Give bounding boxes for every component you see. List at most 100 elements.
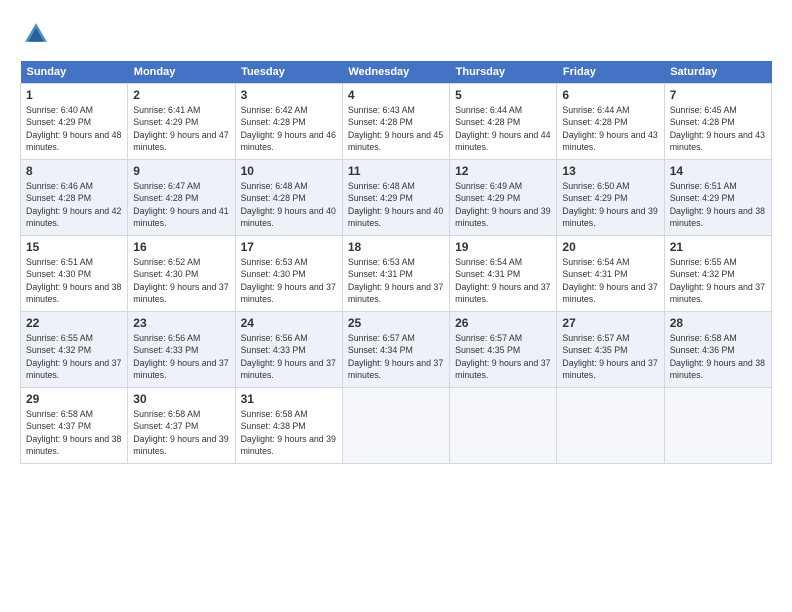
calendar-day-empty xyxy=(557,388,664,464)
calendar-day-4: 4 Sunrise: 6:43 AM Sunset: 4:28 PM Daylig… xyxy=(342,84,449,160)
day-number: 20 xyxy=(562,240,658,254)
day-number: 5 xyxy=(455,88,551,102)
day-number: 30 xyxy=(133,392,229,406)
calendar-table: SundayMondayTuesdayWednesdayThursdayFrid… xyxy=(20,61,772,464)
day-number: 14 xyxy=(670,164,766,178)
day-info: Sunrise: 6:44 AM Sunset: 4:28 PM Dayligh… xyxy=(455,104,551,153)
calendar-day-8: 8 Sunrise: 6:46 AM Sunset: 4:28 PM Daylig… xyxy=(21,160,128,236)
calendar-day-26: 26 Sunrise: 6:57 AM Sunset: 4:35 PM Dayli… xyxy=(450,312,557,388)
calendar-day-2: 2 Sunrise: 6:41 AM Sunset: 4:29 PM Daylig… xyxy=(128,84,235,160)
weekday-header-sunday: Sunday xyxy=(21,61,128,84)
calendar-day-5: 5 Sunrise: 6:44 AM Sunset: 4:28 PM Daylig… xyxy=(450,84,557,160)
day-number: 12 xyxy=(455,164,551,178)
calendar-week-1: 1Sunrise: 6:40 AM Sunset: 4:29 PM Daylig… xyxy=(21,84,772,160)
calendar-day-19: 19Sunrise: 6:54 AM Sunset: 4:31 PM Dayli… xyxy=(450,236,557,312)
calendar-week-2: 8 Sunrise: 6:46 AM Sunset: 4:28 PM Daylig… xyxy=(21,160,772,236)
day-info: Sunrise: 6:55 AM Sunset: 4:32 PM Dayligh… xyxy=(26,332,122,381)
day-info: Sunrise: 6:58 AM Sunset: 4:36 PM Dayligh… xyxy=(670,332,766,381)
day-number: 4 xyxy=(348,88,444,102)
calendar-day-16: 16Sunrise: 6:52 AM Sunset: 4:30 PM Dayli… xyxy=(128,236,235,312)
day-number: 24 xyxy=(241,316,337,330)
day-info: Sunrise: 6:56 AM Sunset: 4:33 PM Dayligh… xyxy=(133,332,229,381)
calendar-day-11: 11Sunrise: 6:48 AM Sunset: 4:29 PM Dayli… xyxy=(342,160,449,236)
calendar-week-4: 22 Sunrise: 6:55 AM Sunset: 4:32 PM Dayli… xyxy=(21,312,772,388)
calendar-week-5: 29 Sunrise: 6:58 AM Sunset: 4:37 PM Dayli… xyxy=(21,388,772,464)
day-number: 27 xyxy=(562,316,658,330)
calendar-day-3: 3 Sunrise: 6:42 AM Sunset: 4:28 PM Daylig… xyxy=(235,84,342,160)
calendar-day-14: 14 Sunrise: 6:51 AM Sunset: 4:29 PM Dayli… xyxy=(664,160,771,236)
calendar-day-30: 30 Sunrise: 6:58 AM Sunset: 4:37 PM Dayli… xyxy=(128,388,235,464)
calendar-day-7: 7 Sunrise: 6:45 AM Sunset: 4:28 PM Daylig… xyxy=(664,84,771,160)
weekday-header-saturday: Saturday xyxy=(664,61,771,84)
calendar-day-15: 15 Sunrise: 6:51 AM Sunset: 4:30 PM Dayli… xyxy=(21,236,128,312)
day-number: 29 xyxy=(26,392,122,406)
day-info: Sunrise: 6:47 AM Sunset: 4:28 PM Dayligh… xyxy=(133,180,229,229)
calendar-day-22: 22 Sunrise: 6:55 AM Sunset: 4:32 PM Dayli… xyxy=(21,312,128,388)
calendar-week-3: 15 Sunrise: 6:51 AM Sunset: 4:30 PM Dayli… xyxy=(21,236,772,312)
day-number: 2 xyxy=(133,88,229,102)
calendar-day-6: 6 Sunrise: 6:44 AM Sunset: 4:28 PM Daylig… xyxy=(557,84,664,160)
calendar-day-21: 21 Sunrise: 6:55 AM Sunset: 4:32 PM Dayli… xyxy=(664,236,771,312)
weekday-header-row: SundayMondayTuesdayWednesdayThursdayFrid… xyxy=(21,61,772,84)
day-info: Sunrise: 6:54 AM Sunset: 4:31 PM Dayligh… xyxy=(455,256,551,305)
day-number: 15 xyxy=(26,240,122,254)
day-info: Sunrise: 6:57 AM Sunset: 4:35 PM Dayligh… xyxy=(455,332,551,381)
calendar-day-24: 24 Sunrise: 6:56 AM Sunset: 4:33 PM Dayli… xyxy=(235,312,342,388)
calendar-day-28: 28 Sunrise: 6:58 AM Sunset: 4:36 PM Dayli… xyxy=(664,312,771,388)
day-number: 18 xyxy=(348,240,444,254)
day-info: Sunrise: 6:58 AM Sunset: 4:38 PM Dayligh… xyxy=(241,408,337,457)
day-number: 17 xyxy=(241,240,337,254)
day-info: Sunrise: 6:41 AM Sunset: 4:29 PM Dayligh… xyxy=(133,104,229,153)
day-number: 21 xyxy=(670,240,766,254)
day-number: 3 xyxy=(241,88,337,102)
calendar-day-23: 23 Sunrise: 6:56 AM Sunset: 4:33 PM Dayli… xyxy=(128,312,235,388)
day-info: Sunrise: 6:58 AM Sunset: 4:37 PM Dayligh… xyxy=(133,408,229,457)
calendar-day-empty xyxy=(342,388,449,464)
calendar-day-17: 17Sunrise: 6:53 AM Sunset: 4:30 PM Dayli… xyxy=(235,236,342,312)
weekday-header-tuesday: Tuesday xyxy=(235,61,342,84)
calendar-day-18: 18 Sunrise: 6:53 AM Sunset: 4:31 PM Dayli… xyxy=(342,236,449,312)
day-number: 16 xyxy=(133,240,229,254)
calendar-day-empty xyxy=(450,388,557,464)
weekday-header-wednesday: Wednesday xyxy=(342,61,449,84)
calendar-day-12: 12 Sunrise: 6:49 AM Sunset: 4:29 PM Dayli… xyxy=(450,160,557,236)
day-info: Sunrise: 6:53 AM Sunset: 4:31 PM Dayligh… xyxy=(348,256,444,305)
day-number: 28 xyxy=(670,316,766,330)
calendar-day-1: 1Sunrise: 6:40 AM Sunset: 4:29 PM Daylig… xyxy=(21,84,128,160)
day-info: Sunrise: 6:55 AM Sunset: 4:32 PM Dayligh… xyxy=(670,256,766,305)
logo-icon xyxy=(22,20,50,48)
day-number: 7 xyxy=(670,88,766,102)
day-info: Sunrise: 6:54 AM Sunset: 4:31 PM Dayligh… xyxy=(562,256,658,305)
day-info: Sunrise: 6:43 AM Sunset: 4:28 PM Dayligh… xyxy=(348,104,444,153)
day-number: 26 xyxy=(455,316,551,330)
weekday-header-friday: Friday xyxy=(557,61,664,84)
calendar-day-9: 9 Sunrise: 6:47 AM Sunset: 4:28 PM Daylig… xyxy=(128,160,235,236)
day-info: Sunrise: 6:42 AM Sunset: 4:28 PM Dayligh… xyxy=(241,104,337,153)
day-info: Sunrise: 6:50 AM Sunset: 4:29 PM Dayligh… xyxy=(562,180,658,229)
day-info: Sunrise: 6:45 AM Sunset: 4:28 PM Dayligh… xyxy=(670,104,766,153)
weekday-header-monday: Monday xyxy=(128,61,235,84)
day-number: 23 xyxy=(133,316,229,330)
calendar-day-empty xyxy=(664,388,771,464)
day-number: 22 xyxy=(26,316,122,330)
day-info: Sunrise: 6:51 AM Sunset: 4:30 PM Dayligh… xyxy=(26,256,122,305)
day-number: 11 xyxy=(348,164,444,178)
calendar-day-20: 20 Sunrise: 6:54 AM Sunset: 4:31 PM Dayli… xyxy=(557,236,664,312)
day-info: Sunrise: 6:56 AM Sunset: 4:33 PM Dayligh… xyxy=(241,332,337,381)
logo xyxy=(20,20,54,53)
day-info: Sunrise: 6:44 AM Sunset: 4:28 PM Dayligh… xyxy=(562,104,658,153)
calendar-day-29: 29 Sunrise: 6:58 AM Sunset: 4:37 PM Dayli… xyxy=(21,388,128,464)
weekday-header-thursday: Thursday xyxy=(450,61,557,84)
page-container: SundayMondayTuesdayWednesdayThursdayFrid… xyxy=(0,0,792,474)
day-number: 6 xyxy=(562,88,658,102)
calendar-day-25: 25Sunrise: 6:57 AM Sunset: 4:34 PM Dayli… xyxy=(342,312,449,388)
day-info: Sunrise: 6:51 AM Sunset: 4:29 PM Dayligh… xyxy=(670,180,766,229)
day-info: Sunrise: 6:58 AM Sunset: 4:37 PM Dayligh… xyxy=(26,408,122,457)
day-number: 8 xyxy=(26,164,122,178)
day-info: Sunrise: 6:46 AM Sunset: 4:28 PM Dayligh… xyxy=(26,180,122,229)
day-number: 31 xyxy=(241,392,337,406)
day-number: 25 xyxy=(348,316,444,330)
calendar-day-31: 31 Sunrise: 6:58 AM Sunset: 4:38 PM Dayli… xyxy=(235,388,342,464)
day-info: Sunrise: 6:49 AM Sunset: 4:29 PM Dayligh… xyxy=(455,180,551,229)
day-number: 9 xyxy=(133,164,229,178)
